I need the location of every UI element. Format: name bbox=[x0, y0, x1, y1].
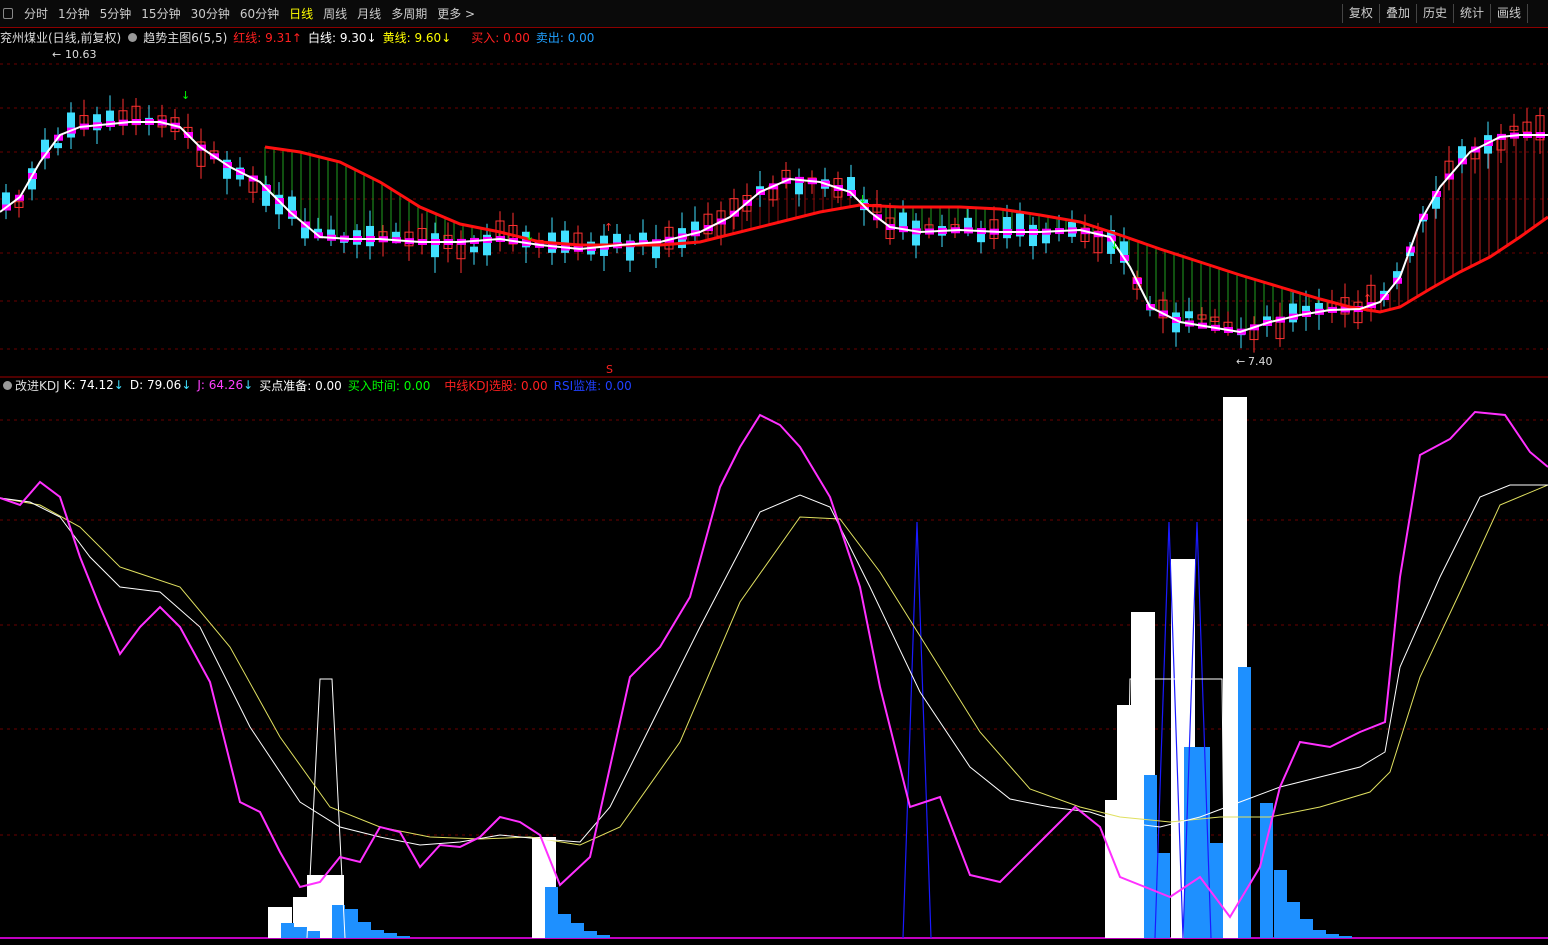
tool-button[interactable]: 统计 bbox=[1452, 4, 1490, 23]
signal-arrow-icon: ↓ bbox=[858, 193, 867, 206]
tool-button-extra[interactable] bbox=[1527, 4, 1548, 23]
blue-bar bbox=[384, 933, 397, 938]
candle-body bbox=[392, 231, 400, 238]
chart-area[interactable]: 兖州煤业(日线,前复权) 趋势主图6(5,5) 红线: 9.31↑ 白线: 9.… bbox=[0, 27, 1548, 945]
candle-body bbox=[106, 110, 114, 123]
candle-body bbox=[1029, 224, 1037, 247]
candle-body bbox=[964, 217, 972, 230]
blue-bar bbox=[545, 887, 558, 938]
blue-bar bbox=[1274, 870, 1287, 938]
d-line bbox=[0, 484, 1548, 846]
k-line bbox=[0, 484, 1548, 846]
blue-bar bbox=[571, 923, 584, 938]
chart-canvas[interactable]: ↓ ↓ ↓ ↓ ↑ ↑ 10.63 7.40 ← ← S bbox=[0, 27, 1548, 945]
blue-bar bbox=[371, 930, 384, 938]
signal-arrow-icon: ↑ bbox=[604, 221, 613, 234]
signal-arrow-icon: ↓ bbox=[181, 89, 190, 102]
candle-body bbox=[67, 112, 75, 138]
candle-body bbox=[1185, 311, 1193, 319]
tool-button[interactable]: 复权 bbox=[1341, 4, 1379, 23]
low-arrow-icon: ← bbox=[1236, 355, 1245, 368]
candle-body bbox=[431, 233, 439, 258]
blue-bar bbox=[294, 927, 307, 938]
blue-bar bbox=[1326, 934, 1339, 938]
signal-arrow-icon: ↓ bbox=[1110, 239, 1119, 252]
blue-bar bbox=[397, 936, 410, 938]
blue-bar bbox=[558, 914, 571, 938]
event-s-marker: S bbox=[606, 363, 613, 376]
blue-bar bbox=[345, 909, 358, 938]
chart-tools: 复权 叠加 历史 统计 画线 bbox=[1341, 0, 1548, 27]
period-toolbar: 分时 1分钟 5分钟 15分钟 30分钟 60分钟 日线 周线 月线 多周期 更多 > 复权 叠加 历史… bbox=[0, 0, 1548, 28]
period-tab[interactable]: 分时 bbox=[19, 5, 53, 22]
tool-button[interactable]: 画线 bbox=[1489, 4, 1527, 23]
candle-body bbox=[795, 182, 803, 195]
trend-fill-bars bbox=[264, 135, 1544, 332]
blue-bar bbox=[597, 935, 610, 938]
candle-body bbox=[470, 246, 478, 253]
blue-bar bbox=[584, 931, 597, 938]
period-tab[interactable]: 月线 bbox=[352, 5, 386, 22]
period-tabs: 分时 1分钟 5分钟 15分钟 30分钟 60分钟 日线 周线 月线 多周期 更多 > bbox=[19, 5, 480, 22]
blue-bar bbox=[307, 931, 320, 938]
signal-arrow-icon: ↓ bbox=[525, 230, 534, 243]
window-menu-icon[interactable] bbox=[3, 8, 13, 19]
blue-bar bbox=[358, 922, 371, 938]
blue-bar bbox=[1144, 775, 1157, 938]
j-line bbox=[0, 410, 1548, 919]
period-tab[interactable]: 15分钟 bbox=[136, 5, 185, 22]
blue-bar bbox=[1313, 930, 1326, 938]
blue-bar bbox=[281, 923, 294, 938]
period-tab[interactable]: 5分钟 bbox=[95, 5, 137, 22]
blue-bar bbox=[1339, 936, 1352, 938]
grid-lines bbox=[0, 63, 1548, 939]
period-tab[interactable]: 多周期 bbox=[386, 5, 432, 22]
candle-body bbox=[1003, 217, 1011, 239]
tool-button[interactable]: 历史 bbox=[1415, 4, 1453, 23]
candle-body bbox=[847, 177, 855, 192]
period-tab[interactable]: 周线 bbox=[318, 5, 352, 22]
period-tab[interactable]: 更多 > bbox=[432, 5, 480, 22]
high-arrow-icon: ← bbox=[52, 48, 61, 61]
period-tab[interactable]: 日线 bbox=[284, 5, 318, 22]
signal-arrow-icon: ↑ bbox=[1363, 292, 1372, 305]
kdj-histogram bbox=[268, 397, 1352, 938]
candle-body bbox=[54, 143, 62, 149]
blue-bar bbox=[1287, 902, 1300, 938]
blue-bar bbox=[332, 905, 345, 938]
blue-bar bbox=[1300, 919, 1313, 938]
period-tab[interactable]: 30分钟 bbox=[186, 5, 235, 22]
period-tab[interactable]: 60分钟 bbox=[235, 5, 284, 22]
blue-bar bbox=[1210, 843, 1223, 938]
tool-button[interactable]: 叠加 bbox=[1378, 4, 1416, 23]
low-price-label: 7.40 bbox=[1248, 355, 1273, 368]
high-price-label: 10.63 bbox=[65, 48, 97, 61]
period-tab[interactable]: 1分钟 bbox=[53, 5, 95, 22]
